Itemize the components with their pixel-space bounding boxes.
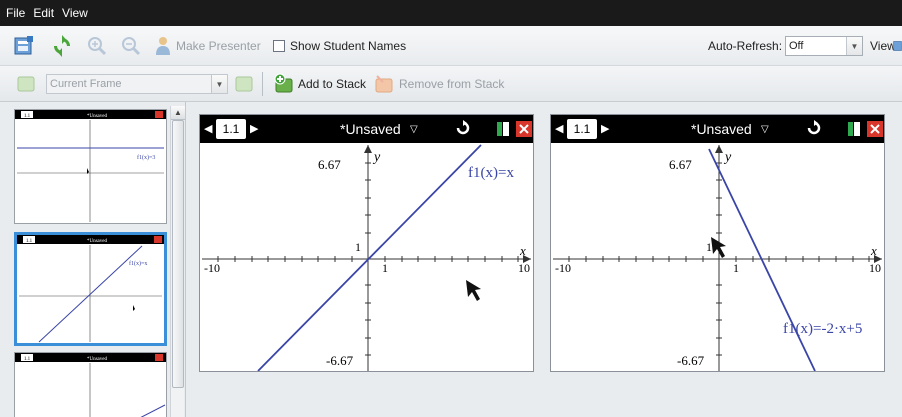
view-label[interactable]: View — [870, 39, 896, 53]
menu-view[interactable]: View — [62, 6, 88, 20]
close-icon[interactable] — [867, 121, 883, 140]
thumb-func-label: f1(x)=x — [129, 260, 147, 267]
frame-icon[interactable] — [14, 72, 38, 96]
sidebar-scrollbar[interactable]: ▲ — [170, 106, 185, 417]
frame-options-icon[interactable] — [232, 72, 256, 96]
menu-bar: File Edit View — [0, 0, 902, 26]
x-axis-label: x — [519, 243, 526, 258]
chevron-down-icon[interactable]: ▽ — [761, 124, 769, 135]
graph-area[interactable]: 6.67 y x -10 10 1 1 -6.67 f1(x)=-2·x+5 — [551, 143, 884, 371]
toolbar-divider — [262, 72, 263, 96]
ymax-label: 6.67 — [669, 157, 692, 172]
auto-refresh-select[interactable]: Off ▼ — [785, 36, 863, 56]
y-axis-label: y — [723, 150, 732, 165]
y-axis-label: y — [372, 150, 381, 165]
zoom-out-icon[interactable] — [120, 35, 142, 57]
xmin-label: -10 — [555, 261, 571, 275]
refresh-icon[interactable] — [456, 120, 470, 139]
battery-icon — [847, 121, 863, 140]
next-tab-icon[interactable]: ▶ — [601, 122, 609, 135]
calculator-screen-1[interactable]: ◀ 1.1 ▶ *Unsaved ▽ 6.67 y x -10 10 1 1 -… — [199, 114, 534, 372]
refresh-icon[interactable] — [807, 120, 821, 139]
thumb-func-label: f1(x)=3 — [137, 154, 155, 161]
show-student-names-checkbox[interactable] — [273, 40, 285, 52]
scroll-up-icon[interactable]: ▲ — [171, 106, 185, 120]
function-label[interactable]: f1(x)=x — [468, 165, 514, 181]
main-toolbar: Make Presenter Show Student Names Auto-R… — [0, 26, 902, 66]
prev-tab-icon[interactable]: ◀ — [204, 122, 212, 135]
mouse-cursor-icon — [466, 280, 481, 301]
ymin-label: -6.67 — [326, 353, 354, 368]
student-thumbnail[interactable]: 1.1 *Unsaved f1(x)=3 — [14, 109, 167, 224]
ymax-label: 6.67 — [318, 157, 341, 172]
student-thumbnail-selected[interactable]: 1.1 *Unsaved f1(x)=x — [14, 232, 167, 346]
x-one-label: 1 — [733, 261, 739, 275]
refresh-icon[interactable] — [50, 34, 74, 58]
function-label[interactable]: f1(x)=-2·x+5 — [783, 321, 862, 337]
make-presenter-button[interactable]: Make Presenter — [176, 39, 261, 53]
view-mode-icon[interactable] — [893, 36, 902, 56]
y-axis-arrow — [364, 145, 372, 153]
thumb-tab-label: 1.1 — [24, 357, 31, 362]
auto-refresh-value: Off — [789, 40, 804, 52]
x-one-label: 1 — [382, 261, 388, 275]
thumb-title: *Unsaved — [87, 239, 107, 244]
ymin-label: -6.67 — [677, 353, 705, 368]
page-tab[interactable]: 1.1 — [567, 119, 597, 139]
prev-tab-icon[interactable]: ◀ — [555, 122, 563, 135]
student-thumbnail[interactable]: 1.1 *Unsaved — [14, 352, 167, 417]
xmax-label: 10 — [869, 261, 881, 275]
y-axis-arrow — [715, 145, 723, 153]
thumb-title: *Unsaved — [87, 114, 107, 119]
chevron-down-icon: ▼ — [846, 37, 862, 55]
thumb-tab-label: 1.1 — [26, 239, 33, 244]
chevron-down-icon: ▼ — [211, 75, 227, 93]
graph-area[interactable]: 6.67 y x -10 10 1 1 -6.67 f1(x)=x — [200, 143, 533, 371]
next-tab-icon[interactable]: ▶ — [250, 122, 258, 135]
x-axis-label: x — [870, 243, 877, 258]
function-graph[interactable] — [708, 148, 816, 371]
frame-select-value: Current Frame — [50, 78, 122, 90]
close-icon[interactable] — [516, 121, 532, 140]
document-title: *Unsaved — [691, 121, 752, 137]
y-one-label: 1 — [355, 240, 361, 254]
page-tab[interactable]: 1.1 — [216, 119, 246, 139]
calculator-screen-2[interactable]: ◀ 1.1 ▶ *Unsaved ▽ 6.67 y x -10 10 1 1 -… — [550, 114, 885, 372]
add-to-stack-button[interactable]: Add to Stack — [298, 77, 366, 91]
auto-refresh-label: Auto-Refresh: — [708, 39, 783, 53]
menu-edit[interactable]: Edit — [33, 6, 54, 20]
calculator-header: ◀ 1.1 ▶ *Unsaved ▽ — [551, 115, 884, 143]
y-one-label: 1 — [706, 240, 712, 254]
thumb-title: *Unsaved — [87, 357, 107, 362]
class-view-icon[interactable] — [12, 34, 36, 58]
presenter-icon[interactable] — [152, 34, 174, 58]
show-student-names-label[interactable]: Show Student Names — [290, 39, 406, 53]
remove-from-stack-button[interactable]: Remove from Stack — [399, 77, 504, 91]
xmax-label: 10 — [518, 261, 530, 275]
calculator-header: ◀ 1.1 ▶ *Unsaved ▽ — [200, 115, 533, 143]
xmin-label: -10 — [204, 261, 220, 275]
menu-file[interactable]: File — [6, 6, 25, 20]
remove-from-stack-icon[interactable] — [372, 72, 396, 96]
zoom-in-icon[interactable] — [86, 35, 108, 57]
battery-icon — [496, 121, 512, 140]
function-graph[interactable] — [257, 144, 482, 371]
chevron-down-icon[interactable]: ▽ — [410, 124, 418, 135]
add-to-stack-icon[interactable] — [272, 72, 296, 96]
stack-toolbar: Current Frame ▼ Add to Stack Remove from… — [0, 66, 902, 102]
document-title: *Unsaved — [340, 121, 401, 137]
frame-select[interactable]: Current Frame ▼ — [46, 74, 228, 94]
scrollbar-thumb[interactable] — [172, 120, 184, 388]
thumb-tab-label: 1.1 — [24, 114, 31, 119]
